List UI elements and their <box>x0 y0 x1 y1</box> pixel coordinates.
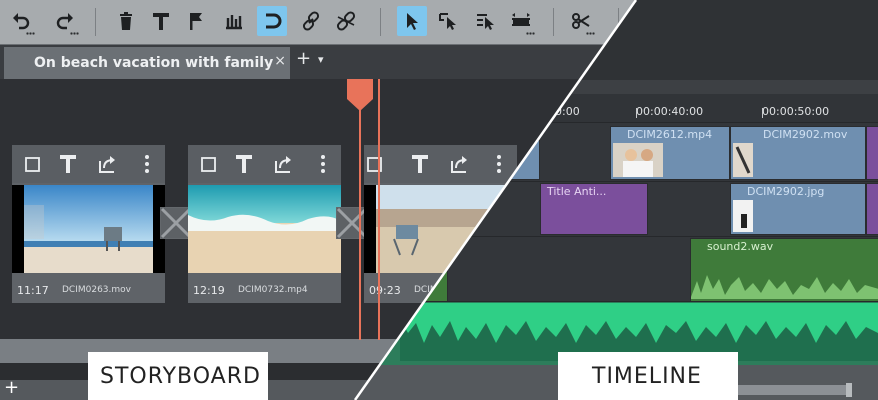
project-tab-title: On beach vacation with family <box>34 55 274 71</box>
scissors-icon[interactable] <box>566 6 596 36</box>
ruler-tick <box>762 108 763 118</box>
ruler-tick <box>636 108 637 118</box>
clip-duration: 12:19 <box>193 284 225 297</box>
tab-menu-chevron-icon[interactable]: ▾ <box>318 53 324 66</box>
clip-name: DCIM2902.jpg <box>747 185 825 198</box>
marker-flag-icon[interactable] <box>181 6 211 36</box>
close-tab-icon[interactable]: × <box>274 53 286 69</box>
storyboard-label-text: STORYBOARD <box>100 364 261 389</box>
title-text-icon[interactable] <box>233 153 255 175</box>
unlink-icon[interactable] <box>331 6 361 36</box>
app-window: On beach vacation with family × + ▾ 11:1… <box>0 0 878 400</box>
toolbar-separator <box>95 8 96 36</box>
playhead-line-secondary <box>378 79 380 340</box>
playhead-line[interactable] <box>359 100 361 340</box>
clip-name: DCIM2902.mov <box>763 128 848 141</box>
add-track-button[interactable]: + <box>4 377 19 398</box>
storyboard-clip-card[interactable]: 12:19 DCIM0732.mp4 <box>188 145 341 303</box>
timeline-title-clip[interactable]: Title Anti... <box>540 183 648 235</box>
clip-name: DCIM2612.mp4 <box>627 128 713 141</box>
multi-select-icon[interactable] <box>470 6 500 36</box>
timeline-audio-clip[interactable]: sound2.wav <box>690 238 878 302</box>
link-icon[interactable] <box>296 6 326 36</box>
checkbox-icon[interactable] <box>364 153 386 175</box>
more-options-icon[interactable] <box>136 153 158 175</box>
checkbox-icon[interactable] <box>198 153 220 175</box>
timeline-video-clip[interactable]: DCIM2612.mp4 <box>610 126 730 180</box>
timeline-clip[interactable] <box>866 126 878 180</box>
export-arrow-icon[interactable] <box>96 153 118 175</box>
pointer-icon[interactable] <box>397 6 427 36</box>
timeline-image-clip[interactable]: DCIM2902.jpg <box>730 183 866 235</box>
magnet-snap-icon[interactable] <box>257 6 287 36</box>
export-arrow-icon[interactable] <box>272 153 294 175</box>
timeline-video-clip[interactable]: DCIM2902.mov <box>730 126 866 180</box>
clip-filename: DCIM0263.mov <box>62 285 131 295</box>
timeline-label-text: TIMELINE <box>592 364 702 389</box>
project-tab[interactable]: On beach vacation with family × <box>4 47 290 79</box>
timeline-clip[interactable] <box>866 183 878 235</box>
add-tab-button[interactable]: + <box>296 50 311 68</box>
ruler-time-label: 00:00:40:00 <box>636 105 704 118</box>
range-select-icon[interactable] <box>433 6 463 36</box>
scrollbar-handle[interactable] <box>846 383 852 397</box>
clip-thumbnail <box>12 185 165 273</box>
audio-waveform <box>691 275 878 299</box>
stretch-icon[interactable] <box>506 6 536 36</box>
ruler-time-label: 00:00:50:00 <box>762 105 830 118</box>
toolbar-separator <box>380 8 381 36</box>
clip-thumbnail <box>188 185 341 273</box>
clip-name: sound2.wav <box>707 240 774 253</box>
redo-icon[interactable] <box>50 6 80 36</box>
clip-thumbnail <box>613 143 663 177</box>
more-options-icon[interactable] <box>488 153 510 175</box>
more-options-icon[interactable] <box>312 153 334 175</box>
card-header <box>12 145 165 183</box>
clip-duration: 09:23 <box>369 284 401 297</box>
clip-thumbnail <box>733 143 753 177</box>
export-arrow-icon[interactable] <box>448 153 470 175</box>
clip-thumbnail <box>733 200 753 232</box>
clip-name: Title Anti... <box>547 185 607 198</box>
clip-duration: 11:17 <box>17 284 49 297</box>
card-header <box>188 145 341 183</box>
audio-split-icon[interactable] <box>219 6 249 36</box>
timeline-label: TIMELINE <box>558 352 738 400</box>
title-text-icon[interactable] <box>409 153 431 175</box>
storyboard-clip-card[interactable]: 11:17 DCIM0263.mov <box>12 145 165 303</box>
checkbox-icon[interactable] <box>22 153 44 175</box>
toolbar-separator <box>553 8 554 36</box>
clip-filename: DCIM0732.mp4 <box>238 285 308 295</box>
title-text-icon[interactable] <box>146 6 176 36</box>
undo-icon[interactable] <box>6 6 36 36</box>
storyboard-label: STORYBOARD <box>88 352 268 400</box>
title-text-icon[interactable] <box>57 153 79 175</box>
card-header <box>364 145 517 183</box>
thumbnail-overlay <box>24 205 44 239</box>
delete-icon[interactable] <box>111 6 141 36</box>
